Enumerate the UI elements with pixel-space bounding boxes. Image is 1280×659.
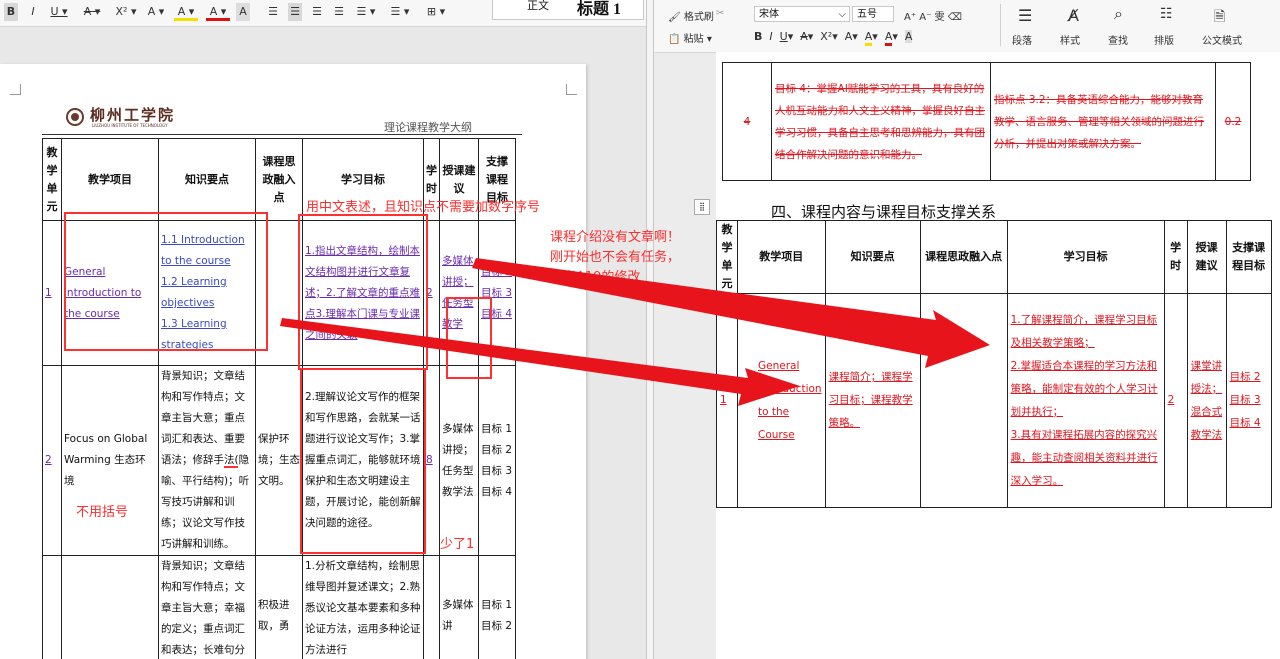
- arrow-to-knowledge: [280, 318, 800, 406]
- arrow-to-goals: [472, 258, 990, 368]
- annotation-arrows: [280, 258, 990, 406]
